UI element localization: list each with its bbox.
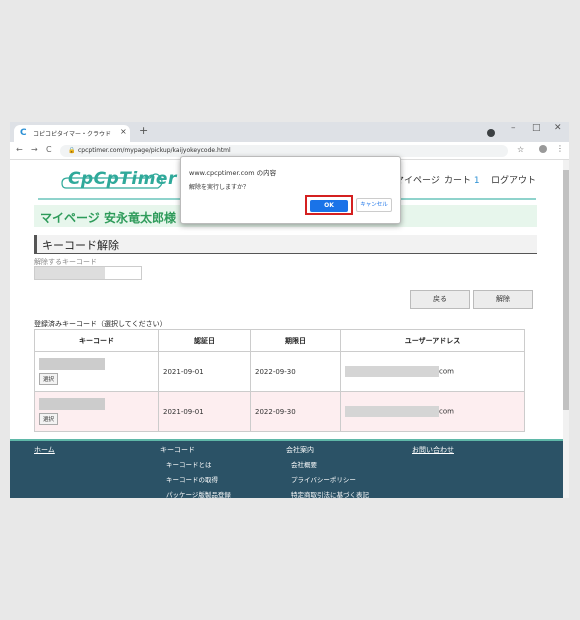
release-button[interactable]: 解除 <box>473 290 533 309</box>
keycode-table: キーコード 認証日 期限日 ユーザーアドレス 選択 2021-09-01 202… <box>34 329 525 432</box>
column-header-expire-date: 期限日 <box>250 329 341 352</box>
footer-link-privacy-policy[interactable]: プライバシーポリシー <box>291 474 356 484</box>
site-favicon-icon: C <box>20 128 27 138</box>
section-heading: キーコード解除 <box>34 235 537 254</box>
keycode-cell: 選択 <box>34 391 159 432</box>
select-button[interactable]: 選択 <box>39 373 59 385</box>
user-address-cell: com <box>340 351 525 392</box>
confirm-dialog: www.cpcptimer.com の内容 解除を実行しますか？ OK キャンセ… <box>180 156 401 224</box>
tab-strip: C コピコピタイマー・クラウド × + – □ ✕ <box>10 122 569 142</box>
expire-date-cell: 2022-09-30 <box>250 391 341 432</box>
section-title: キーコード解除 <box>42 239 119 252</box>
cart-count-badge: 1 <box>473 176 480 186</box>
table-row[interactable]: 選択 2021-09-01 2022-09-30 com <box>34 351 525 392</box>
page-scrollbar[interactable] <box>563 160 569 498</box>
back-arrow-icon[interactable]: ← <box>16 145 23 154</box>
address-suffix: com <box>439 407 454 416</box>
cancel-button[interactable]: キャンセル <box>356 198 392 212</box>
ok-button[interactable]: OK <box>310 200 348 212</box>
redacted-keycode <box>39 398 105 410</box>
redacted-email <box>345 366 439 377</box>
address-suffix: com <box>439 367 454 376</box>
footer-company-heading[interactable]: 会社案内 <box>286 445 314 455</box>
column-header-user-address: ユーザーアドレス <box>340 329 525 352</box>
nav-logout[interactable]: ログアウト <box>491 173 536 186</box>
nav-mypage[interactable]: マイページ <box>395 173 440 186</box>
bookmark-star-icon[interactable]: ☆ <box>517 145 524 154</box>
new-tab-button[interactable]: + <box>139 125 148 137</box>
column-header-keycode: キーコード <box>34 329 159 352</box>
dialog-message: 解除を実行しますか？ <box>189 184 250 191</box>
user-address-cell: com <box>340 391 525 432</box>
column-header-auth-date: 認証日 <box>158 329 251 352</box>
registered-keycodes-label: 登録済みキーコード（選択してください） <box>34 320 167 328</box>
forward-arrow-icon[interactable]: → <box>31 145 38 154</box>
redacted-email <box>345 406 439 417</box>
redacted-keycode <box>35 267 105 279</box>
back-button[interactable]: 戻る <box>410 290 470 309</box>
url-text[interactable]: cpcptimer.com/mypage/pickup/kaijyokeycod… <box>78 147 231 154</box>
logo-text: CpCpTimer <box>68 169 177 189</box>
footer-link-about-keycode[interactable]: キーコードとは <box>166 459 212 469</box>
browser-menu-icon[interactable]: ⋮ <box>556 144 564 153</box>
nav-cart[interactable]: カート 1 <box>444 173 480 186</box>
site-logo[interactable]: CpCpTimer <box>60 166 176 192</box>
auth-date-cell: 2021-09-01 <box>158 391 251 432</box>
footer-link-company-profile[interactable]: 会社概要 <box>291 459 317 469</box>
release-keycode-field[interactable] <box>34 266 142 280</box>
table-header-row: キーコード 認証日 期限日 ユーザーアドレス <box>34 329 525 352</box>
profile-avatar-icon[interactable] <box>539 145 547 153</box>
close-tab-icon[interactable]: × <box>120 127 127 136</box>
footer-keycode-heading[interactable]: キーコード <box>160 445 195 455</box>
scrollbar-thumb[interactable] <box>563 170 569 410</box>
dialog-origin-text: www.cpcptimer.com の内容 <box>189 169 277 177</box>
footer-link-commerce-law[interactable]: 特定商取引法に基づく表記 <box>291 489 369 498</box>
minimize-button[interactable]: – <box>511 123 516 133</box>
close-window-button[interactable]: ✕ <box>554 123 562 133</box>
expire-date-cell: 2022-09-30 <box>250 351 341 392</box>
footer-link-package-register[interactable]: パッケージ版製品登録 <box>166 489 231 498</box>
lock-icon[interactable]: 🔒 <box>68 147 75 154</box>
footer-home-link[interactable]: ホーム <box>34 445 55 455</box>
site-footer: ホーム キーコード キーコードとは キーコードの取得 パッケージ版製品登録 会社… <box>10 439 563 498</box>
browser-tab[interactable]: C コピコピタイマー・クラウド × <box>14 125 130 142</box>
footer-contact-link[interactable]: お問い合わせ <box>412 445 454 455</box>
tab-search-icon[interactable] <box>487 129 495 137</box>
reload-icon[interactable]: C <box>46 145 52 154</box>
footer-link-get-keycode[interactable]: キーコードの取得 <box>166 474 218 484</box>
ok-highlight-box: OK <box>305 195 353 215</box>
keycode-cell: 選択 <box>34 351 159 392</box>
select-button[interactable]: 選択 <box>39 413 59 425</box>
table-row[interactable]: 選択 2021-09-01 2022-09-30 com <box>34 391 525 432</box>
nav-cart-label: カート <box>444 176 472 186</box>
auth-date-cell: 2021-09-01 <box>158 351 251 392</box>
maximize-button[interactable]: □ <box>532 123 541 133</box>
page-title: マイページ 安永竜太郎様 <box>40 211 176 225</box>
redacted-keycode <box>39 358 105 370</box>
tab-title: コピコピタイマー・クラウド <box>33 131 112 138</box>
